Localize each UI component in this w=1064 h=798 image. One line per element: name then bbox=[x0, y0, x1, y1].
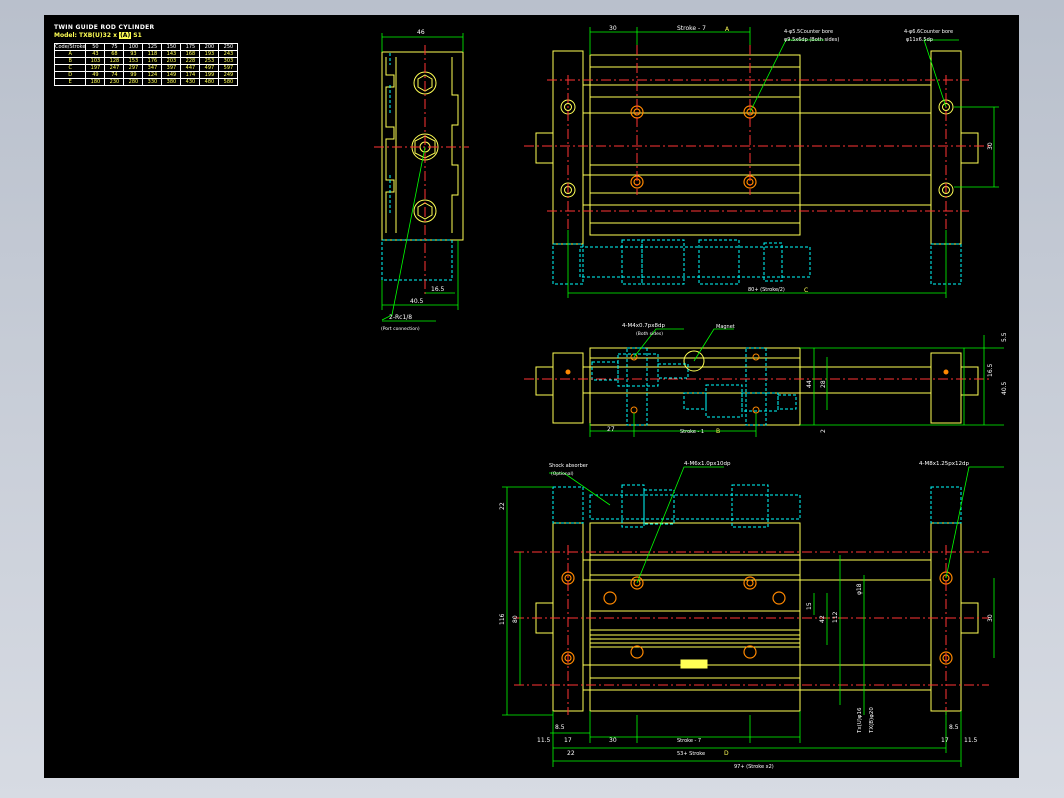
mid-hidden-nut bbox=[617, 353, 659, 387]
side-right-profile bbox=[451, 57, 459, 233]
top-rod-end-left bbox=[535, 132, 554, 164]
top-body bbox=[589, 54, 801, 236]
mid-hidden-nut bbox=[705, 384, 743, 418]
mid-right-plate bbox=[930, 352, 962, 424]
dim-8-5-left-text: 8.5 bbox=[555, 724, 565, 731]
dim-8-5-right-text: 8.5 bbox=[949, 724, 959, 731]
cbore-sub: φ9.5x6dp (Both sides) bbox=[784, 37, 839, 43]
mid-hole bbox=[943, 369, 949, 375]
front-side-hole bbox=[603, 591, 617, 605]
dim-40-5-mid-text: 40.5 bbox=[1001, 381, 1008, 395]
magnet-label: Magnet bbox=[716, 324, 735, 330]
dim-28-text: 28 bbox=[820, 380, 827, 388]
mid-rod-end bbox=[960, 366, 979, 396]
front-hidden-plate bbox=[552, 486, 584, 524]
dim-16-5-mid-text: 16.5 bbox=[987, 363, 994, 377]
front-hidden-nut bbox=[731, 484, 769, 528]
mid-hidden-rod bbox=[683, 392, 707, 410]
mid-hidden-shock bbox=[741, 392, 779, 412]
marker-c: C bbox=[804, 287, 808, 294]
top-rod-end-right bbox=[960, 132, 979, 164]
magnet-leader bbox=[693, 328, 734, 362]
m6-leader bbox=[636, 466, 724, 584]
front-side-hole bbox=[772, 591, 786, 605]
front-lower-hole bbox=[743, 645, 757, 659]
mid-thread-hole bbox=[630, 406, 638, 414]
dim-80-text: 80+ (Stroke/2) bbox=[748, 287, 785, 293]
dim-27-text: 27 bbox=[607, 426, 615, 433]
side-view: 46 16.5 40.5 2-Rc1/8 (Port connection) bbox=[374, 29, 469, 332]
top-hidden-nut bbox=[763, 242, 783, 282]
side-hidden-rail bbox=[381, 239, 453, 281]
thread-label: 4-M4x0.7px8dp bbox=[622, 323, 665, 329]
dim-116-text: 116 bbox=[499, 613, 506, 625]
front-view: Shock absorber (Optional) 4-M6x1.0px10dp… bbox=[499, 461, 1004, 770]
dim-17-right-text: 17 bbox=[941, 737, 949, 744]
shock-label: Shock absorber bbox=[549, 463, 589, 469]
cbore-leader bbox=[749, 39, 824, 113]
dim-tx1-text: Tx(U)φ16 bbox=[857, 707, 863, 734]
marker-d: D bbox=[724, 750, 729, 757]
top-view: 30 Stroke - 7 A 4-φ5.5Counter bore φ9.5x… bbox=[524, 25, 999, 298]
cad-drawing: 46 16.5 40.5 2-Rc1/8 (Port connection) 3… bbox=[374, 25, 1008, 770]
mid-left-plate bbox=[552, 352, 584, 424]
cbore2-leader bbox=[923, 39, 959, 108]
dim-stroke-7-text: Stroke - 7 bbox=[677, 738, 701, 744]
dim-46-text: 46 bbox=[417, 29, 425, 36]
port-leader bbox=[381, 146, 426, 321]
dim-2-text: 2 bbox=[820, 429, 827, 433]
dim-40-5-text: 40.5 bbox=[410, 298, 424, 305]
cbore2-label: 4-φ6.6Counter bore bbox=[904, 29, 953, 35]
mid-hidden-shock bbox=[591, 361, 619, 381]
m6-label: 4-M6x1.0px10dp bbox=[684, 461, 731, 467]
front-lower-hole bbox=[630, 645, 644, 659]
drawing-canvas: TWIN GUIDE ROD CYLINDER Model: TXB(U)32 … bbox=[44, 15, 1019, 778]
port-label: 2-Rc1/8 bbox=[389, 314, 412, 321]
marker-b: B bbox=[716, 428, 720, 435]
dim-rod-text: φ18 bbox=[856, 583, 863, 595]
dim-stroke-text: Stroke - 7 bbox=[677, 25, 706, 32]
mid-rod-end bbox=[535, 366, 554, 396]
dim-16-5-text: 16.5 bbox=[431, 286, 445, 293]
dim-30-right-text: 30 bbox=[987, 142, 994, 150]
dim-30-text: 30 bbox=[609, 25, 617, 32]
thread-sub: (Both sides) bbox=[636, 331, 663, 337]
dim-5-5-text: 5.5 bbox=[1001, 332, 1008, 342]
mid-thread-hole bbox=[752, 353, 760, 361]
mid-hole bbox=[565, 369, 571, 375]
front-body bbox=[589, 522, 801, 712]
shock-leader bbox=[549, 472, 611, 506]
nameplate bbox=[680, 659, 708, 669]
front-hidden-plate bbox=[930, 486, 962, 524]
cbore-label: 4-φ5.5Counter bore bbox=[784, 29, 833, 35]
shock-sub: (Optional) bbox=[551, 471, 574, 477]
dim-17-left-text: 17 bbox=[564, 737, 572, 744]
m8-label: 4-M8x1.25px12dp bbox=[919, 461, 969, 467]
dim-30-bottom-text: 30 bbox=[609, 737, 617, 744]
mid-hidden-tip bbox=[777, 394, 797, 410]
dim-11-5-right-text: 11.5 bbox=[964, 737, 978, 744]
dim-112-text: 112 bbox=[832, 611, 839, 623]
dim-80-front-text: 80 bbox=[512, 615, 519, 623]
dim-97-text: 97+ (Stroke x2) bbox=[734, 764, 774, 770]
top-hidden-shock bbox=[579, 246, 811, 278]
front-hidden-nut bbox=[621, 484, 645, 528]
dim-42-text: 42 bbox=[819, 615, 826, 623]
dim-30-front-text: 30 bbox=[987, 614, 994, 622]
dim-53-text: 53+ Stroke bbox=[677, 751, 705, 757]
cbore2-sub: φ11x6.5dp bbox=[906, 37, 933, 43]
front-m6-inner bbox=[746, 579, 754, 587]
dim-22-bottom-text: 22 bbox=[567, 750, 575, 757]
dim-22-text: 22 bbox=[499, 502, 506, 510]
dim-11-5-left-text: 11.5 bbox=[537, 737, 551, 744]
front-m6-hole bbox=[743, 576, 757, 590]
dim-44-text: 44 bbox=[806, 380, 813, 388]
port-note: (Port connection) bbox=[381, 326, 420, 332]
mid-thread-hole bbox=[752, 406, 760, 414]
mid-hidden-rod bbox=[657, 363, 689, 379]
dim-stroke-1-text: Stroke - 1 bbox=[680, 429, 704, 435]
dim-tx2-text: TX(B)φ20 bbox=[869, 707, 875, 734]
middle-view: 4-M4x0.7px8dp (Both sides) Magnet 27 Str… bbox=[524, 323, 1008, 437]
dim-15-text: 15 bbox=[806, 602, 813, 610]
